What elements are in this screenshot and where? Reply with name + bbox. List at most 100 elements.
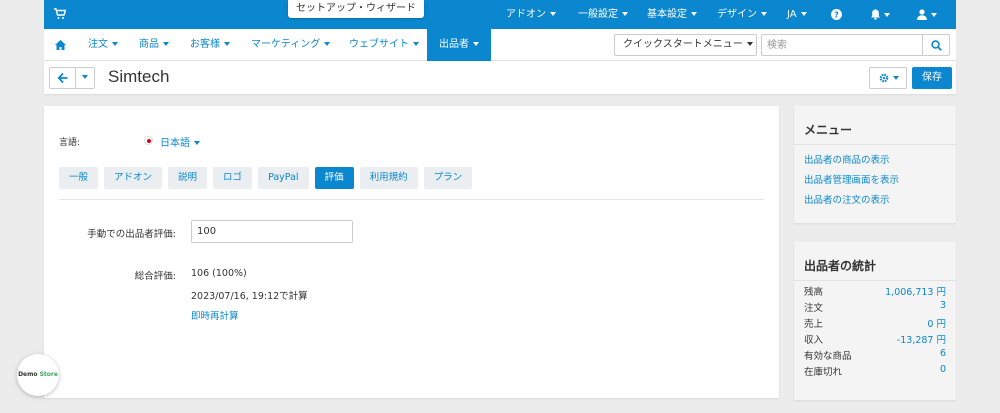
home-icon[interactable]	[55, 40, 66, 50]
tab-general[interactable]: 一般	[59, 167, 99, 189]
stat-row: 有効な商品 6	[804, 348, 946, 362]
nav-customers-label: お客様	[190, 39, 220, 50]
language-selector[interactable]: 日本語	[160, 134, 200, 149]
tab-paypal[interactable]: PayPal	[258, 167, 309, 189]
stat-row: 収入 -13,287 円	[804, 332, 946, 346]
nav-products-label: 商品	[139, 39, 159, 50]
nav-orders-label: 注文	[88, 39, 108, 50]
calculated-at-text: 2023/07/16, 19:12で計算	[191, 291, 308, 302]
language-menu-label: JA	[787, 9, 797, 20]
sidebar-stats: 出品者の統計 残高 1,006,713 円 注文 3 売上 0 円 収入 -13,287…	[794, 242, 956, 400]
chevron-down-icon	[800, 12, 807, 16]
sidebar-stats-title: 出品者の統計	[804, 259, 877, 273]
basic-settings-menu[interactable]: 基本設定	[647, 0, 697, 29]
tab-plans[interactable]: プラン	[423, 167, 473, 189]
nav-products[interactable]: 商品	[139, 29, 169, 61]
view-vendor-orders-link[interactable]: 出品者の注文の表示	[804, 192, 890, 206]
chevron-down-icon	[224, 42, 230, 46]
top-bar: セットアップ・ウィザード アドオン 一般設定 基本設定 デザイン JA ?	[44, 0, 956, 29]
stat-label: 注文	[804, 303, 824, 314]
nav-website-label: ウェブサイト	[349, 39, 409, 50]
stat-label: 売上	[804, 319, 824, 330]
title-bar: Simtech 保存	[44, 61, 956, 94]
help-icon[interactable]: ?	[831, 9, 842, 20]
setup-wizard-button[interactable]: セットアップ・ウィザード	[288, 0, 424, 18]
addons-menu[interactable]: アドオン	[506, 0, 556, 29]
view-vendor-products-link[interactable]: 出品者の商品の表示	[804, 152, 890, 166]
cart-icon[interactable]	[54, 8, 66, 20]
sidebar-divider	[794, 280, 956, 281]
stat-label: 有効な商品	[804, 351, 852, 362]
chevron-down-icon	[691, 12, 697, 16]
search-input[interactable]	[761, 34, 923, 56]
tab-terms[interactable]: 利用規約	[359, 167, 418, 189]
japan-flag-icon	[144, 136, 153, 145]
back-dropdown-button[interactable]	[76, 67, 95, 89]
stat-value[interactable]: 0 円	[927, 316, 946, 330]
sidebar-divider	[794, 144, 956, 145]
vendor-tabs: 一般 アドオン 説明 ロゴ PayPal 評価 利用規約 プラン	[59, 167, 473, 189]
user-icon[interactable]	[917, 9, 927, 20]
chevron-down-icon	[82, 75, 88, 79]
arrow-left-icon	[58, 73, 68, 83]
nav-orders[interactable]: 注文	[88, 29, 118, 61]
chevron-down-icon	[413, 42, 419, 46]
save-button[interactable]: 保存	[912, 67, 952, 89]
chevron-down-icon	[746, 42, 753, 46]
stat-row: 注文 3	[804, 300, 946, 314]
quickstart-menu-button[interactable]: クイックスタートメニュー	[614, 34, 757, 56]
tab-rating[interactable]: 評価	[314, 167, 354, 189]
svg-text:?: ?	[834, 11, 839, 20]
nav-marketing-label: マーケティング	[251, 39, 321, 50]
design-menu[interactable]: デザイン	[717, 0, 767, 29]
stat-value[interactable]: -13,287 円	[897, 332, 946, 346]
language-label: 言語:	[59, 138, 81, 148]
stat-value[interactable]: 3	[940, 300, 946, 311]
language-menu[interactable]: JA	[787, 0, 807, 29]
stat-value[interactable]: 1,006,713 円	[885, 284, 946, 298]
sidebar-menu-title: メニュー	[804, 123, 853, 137]
nav-customers[interactable]: お客様	[190, 29, 230, 61]
search-icon	[931, 40, 942, 51]
settings-button[interactable]	[869, 67, 907, 89]
nav-website[interactable]: ウェブサイト	[349, 29, 419, 61]
back-button[interactable]	[49, 67, 76, 89]
chevron-down-icon	[473, 42, 479, 46]
nav-vendors[interactable]: 出品者	[427, 29, 491, 61]
page-title: Simtech	[108, 67, 170, 86]
stat-row: 在庫切れ 0	[804, 364, 946, 378]
tabs-divider	[59, 199, 764, 200]
sidebar-menu: メニュー 出品者の商品の表示 出品者管理画面を表示 出品者の注文の表示	[794, 106, 956, 223]
search-button[interactable]	[923, 34, 950, 56]
overall-rating-label: 総合評価:	[134, 271, 176, 282]
tab-logo[interactable]: ロゴ	[213, 167, 253, 189]
manual-rating-input[interactable]	[191, 220, 353, 243]
design-menu-label: デザイン	[717, 9, 757, 20]
demo-badge-text: Demo	[18, 371, 38, 378]
stat-label: 在庫切れ	[804, 367, 843, 378]
main-nav: 注文 商品 お客様 マーケティング ウェブサイト 出品者 クイックスタートメニュ…	[44, 29, 956, 61]
tab-description[interactable]: 説明	[168, 167, 208, 189]
bell-icon[interactable]	[870, 9, 881, 20]
general-settings-menu[interactable]: 一般設定	[578, 0, 628, 29]
language-value: 日本語	[160, 138, 190, 149]
stat-value[interactable]: 6	[940, 348, 946, 359]
chevron-down-icon	[893, 76, 899, 80]
quickstart-label: クイックスタートメニュー	[623, 39, 743, 50]
stat-row: 売上 0 円	[804, 316, 946, 330]
basic-settings-label: 基本設定	[647, 9, 687, 20]
stat-value[interactable]: 0	[940, 364, 946, 375]
demo-badge-text-accent: Store	[39, 371, 58, 378]
recalculate-link[interactable]: 即時再計算	[191, 308, 239, 322]
tab-addons[interactable]: アドオン	[104, 167, 163, 189]
chevron-down-icon	[622, 12, 628, 16]
addons-menu-label: アドオン	[506, 9, 546, 20]
stat-label: 収入	[804, 335, 824, 346]
chevron-down-icon	[194, 141, 200, 145]
demo-store-badge[interactable]: Demo Store	[17, 354, 59, 396]
general-settings-label: 一般設定	[578, 9, 618, 20]
chevron-down-icon	[324, 42, 331, 46]
nav-marketing[interactable]: マーケティング	[251, 29, 331, 61]
open-vendor-panel-link[interactable]: 出品者管理画面を表示	[804, 172, 899, 186]
chevron-down-icon	[884, 13, 890, 17]
